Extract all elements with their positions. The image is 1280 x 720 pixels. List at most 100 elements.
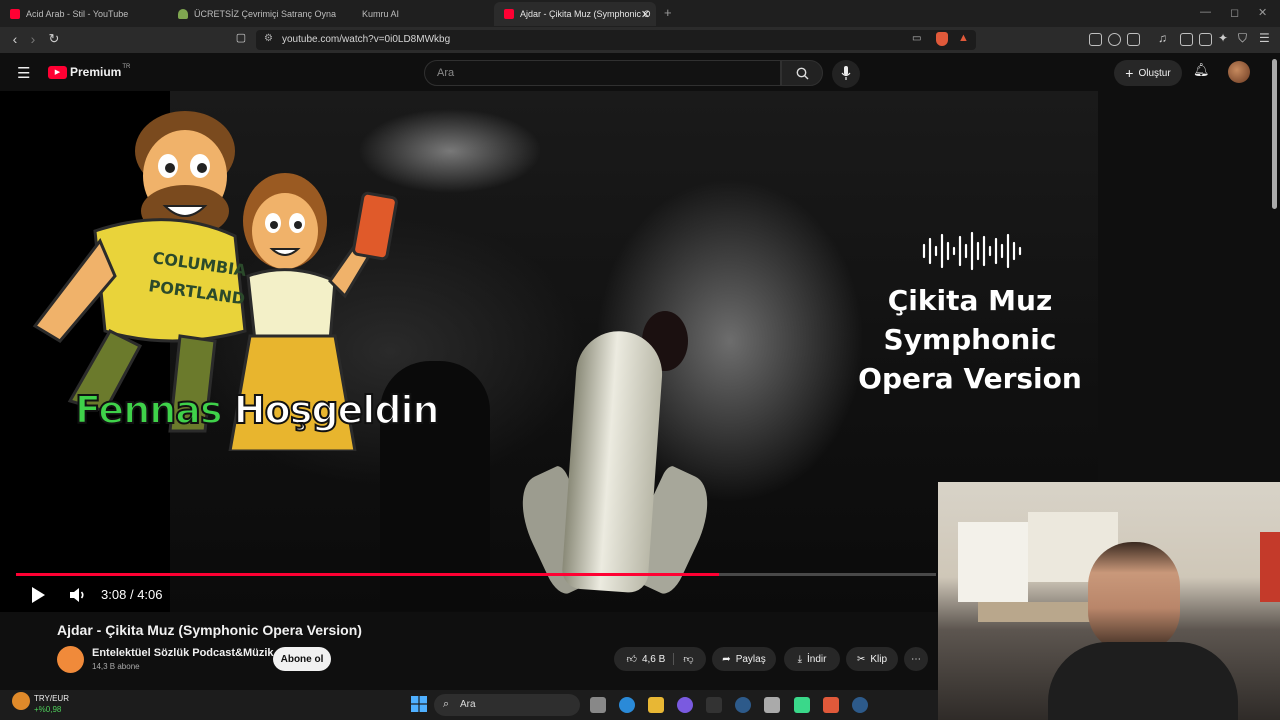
youtube-logo[interactable]: ▶ Premium TR xyxy=(48,64,130,79)
subscribe-button[interactable]: Abone ol xyxy=(273,647,331,671)
close-window-icon[interactable]: ✕ xyxy=(1258,6,1267,19)
banana xyxy=(561,328,665,594)
vpn-shield-icon[interactable]: ⛉ xyxy=(1238,31,1247,46)
browser-tab-strip: Acid Arab - Stil - YouTube ÜCRETSİZ Çevr… xyxy=(0,0,1280,27)
screenshot-icon[interactable] xyxy=(1127,33,1140,46)
search-placeholder: Ara xyxy=(437,67,455,79)
create-button[interactable]: + Oluştur xyxy=(1114,60,1182,86)
new-tab-button[interactable]: + xyxy=(664,5,672,20)
cabinet xyxy=(958,522,1028,602)
video-title: Ajdar - Çikita Muz (Symphonic Opera Vers… xyxy=(57,622,362,638)
welcome-word: Hoşgeldin xyxy=(233,387,441,433)
youtube-header: ☰ ▶ Premium TR Ara + Oluştur 🔔︎ xyxy=(0,53,1280,91)
search-icon xyxy=(796,67,809,80)
like-button[interactable]: 👍︎ 4,6 B xyxy=(627,653,675,665)
tab-acid-arab[interactable]: Acid Arab - Stil - YouTube xyxy=(0,2,168,26)
steam-icon[interactable] xyxy=(852,697,868,713)
site-info-icon[interactable]: ⚙ xyxy=(264,33,273,44)
weather-widget-icon[interactable] xyxy=(12,692,30,710)
search-button[interactable] xyxy=(781,60,823,86)
scrollbar-thumb[interactable] xyxy=(1272,59,1277,209)
bookmark-icon[interactable]: ▢ xyxy=(232,31,250,44)
windows-start-icon[interactable] xyxy=(411,696,427,712)
snipping-tool-icon[interactable] xyxy=(764,697,780,713)
steam-icon[interactable] xyxy=(735,697,751,713)
tab-title: Ajdar - Çikita Muz (Symphonic O xyxy=(520,9,651,19)
brave-rewards-icon[interactable]: ▲ xyxy=(958,32,969,44)
play-icon[interactable] xyxy=(28,585,48,605)
plus-icon: + xyxy=(1125,65,1134,81)
voice-search-button[interactable] xyxy=(832,60,860,88)
like-dislike-group: 👍︎ 4,6 B 👎︎ xyxy=(614,647,706,671)
discord-icon[interactable] xyxy=(677,697,693,713)
create-label: Oluştur xyxy=(1138,67,1171,79)
music-icon[interactable]: ♫ xyxy=(1158,31,1167,45)
youtube-favicon-icon xyxy=(10,9,20,19)
streamer-head xyxy=(1088,542,1180,652)
volume-icon[interactable] xyxy=(68,586,88,604)
notifications-bell-icon[interactable]: 🔔︎ xyxy=(1193,62,1210,78)
minimize-icon[interactable]: — xyxy=(1200,6,1211,18)
page-scrollbar[interactable] xyxy=(1270,53,1280,482)
tab-title: Kumru AI xyxy=(362,9,400,19)
share-button[interactable]: ➦ Paylaş xyxy=(712,647,776,671)
brave-browser-icon[interactable] xyxy=(823,697,839,713)
tab-groups-icon[interactable] xyxy=(1089,33,1102,46)
overlay-title-line: Çikita Muz xyxy=(887,284,1053,317)
file-explorer-icon[interactable] xyxy=(648,697,664,713)
share-label: Paylaş xyxy=(735,653,766,665)
close-tab-icon[interactable]: ✕ xyxy=(641,8,650,21)
url-field[interactable]: ⚙ youtube.com/watch?v=0i0LD8MWkbg ▭ ▲ xyxy=(256,30,976,50)
brave-shield-icon[interactable] xyxy=(936,32,948,46)
download-button[interactable]: ⤓ İndir xyxy=(784,647,840,671)
video-player[interactable]: Çikita Muz Symphonic Opera Version COLUM… xyxy=(0,91,1098,612)
video-progress-fill xyxy=(16,573,719,576)
kumru-favicon-icon xyxy=(346,9,356,19)
app-icon[interactable] xyxy=(706,697,722,713)
welcome-name: Fennas xyxy=(74,387,224,433)
clip-button[interactable]: ✂ Klip xyxy=(846,647,898,671)
channel-avatar[interactable] xyxy=(57,646,84,673)
poster xyxy=(1260,532,1280,602)
video-progress-bar[interactable] xyxy=(16,573,936,576)
task-view-icon[interactable] xyxy=(590,697,606,713)
taskbar-search[interactable]: ⌕ Ara xyxy=(434,694,580,716)
tab-kumru-ai[interactable]: Kumru AI xyxy=(336,2,492,26)
reload-icon[interactable]: ↻ xyxy=(45,31,63,47)
search-input[interactable]: Ara xyxy=(424,60,781,86)
tab-chess[interactable]: ÜCRETSİZ Çevrimiçi Satranç Oynayın xyxy=(168,2,336,26)
webcam-feed xyxy=(938,482,1280,720)
extensions-icon[interactable] xyxy=(1108,33,1121,46)
phone-icon xyxy=(352,191,398,261)
address-bar-row: ‹ › ↻ ▢ ⚙ youtube.com/watch?v=0i0LD8MWkb… xyxy=(0,27,1280,53)
more-actions-icon[interactable]: ⋯ xyxy=(904,647,928,671)
maximize-icon[interactable]: ◻ xyxy=(1230,6,1239,19)
welcome-overlay: Fennas Hoşgeldin xyxy=(74,387,441,433)
tab-title: Acid Arab - Stil - YouTube xyxy=(26,9,129,19)
cast-icon[interactable]: ▭ xyxy=(912,33,921,44)
back-icon[interactable]: ‹ xyxy=(6,31,24,47)
android-studio-icon[interactable] xyxy=(794,697,810,713)
menu-icon[interactable]: ☰ xyxy=(1259,31,1270,45)
tab-active-ajdar[interactable]: Ajdar - Çikita Muz (Symphonic O ✕ xyxy=(494,2,656,26)
hamburger-menu-icon[interactable]: ☰ xyxy=(17,64,30,82)
wallet-icon[interactable] xyxy=(1199,33,1212,46)
download-label: İndir xyxy=(806,653,827,665)
subscriber-count: 14,3 B abone xyxy=(92,662,140,671)
youtube-play-logo-icon: ▶ xyxy=(48,65,67,79)
avatar[interactable] xyxy=(1228,61,1250,83)
forward-icon[interactable]: › xyxy=(24,31,42,47)
time-current: 3:08 xyxy=(101,587,127,602)
leo-ai-icon[interactable]: ✦ xyxy=(1218,31,1228,45)
tab-title: ÜCRETSİZ Çevrimiçi Satranç Oynayın xyxy=(194,9,336,19)
thumbs-down-icon[interactable]: 👎︎ xyxy=(679,653,693,665)
overlay-title-line: Symphonic xyxy=(883,323,1057,356)
url-text: youtube.com/watch?v=0i0LD8MWkbg xyxy=(282,34,451,45)
sidebar-icon[interactable] xyxy=(1180,33,1193,46)
time-total: 4:06 xyxy=(137,587,163,602)
channel-name[interactable]: Entelektüel Sözlük Podcast&Müzik xyxy=(92,647,274,659)
widget-value: +%0,98 xyxy=(34,705,62,714)
time-separator: / xyxy=(129,587,134,602)
taskbar-search-label: Ara xyxy=(460,699,476,710)
edge-browser-icon[interactable] xyxy=(619,697,635,713)
